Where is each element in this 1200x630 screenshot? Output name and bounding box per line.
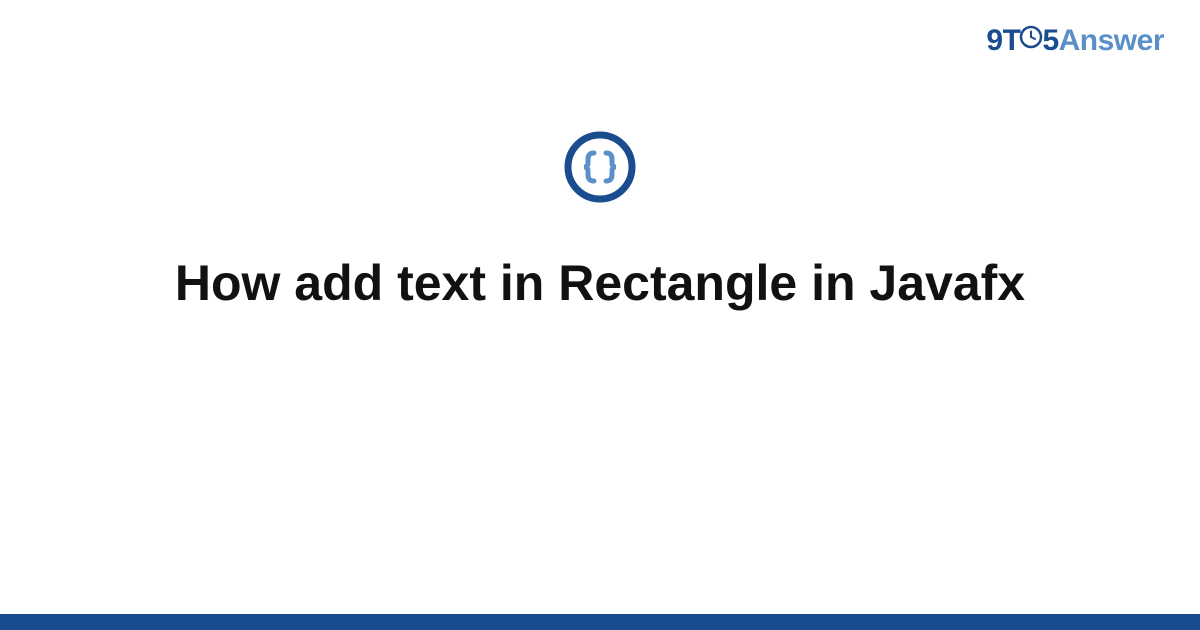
brand-answer: Answer — [1059, 24, 1164, 57]
clock-icon — [1019, 23, 1043, 57]
brand-five: 5 — [1042, 24, 1058, 57]
main-content: How add text in Rectangle in Javafx — [0, 130, 1200, 315]
code-braces-icon — [563, 130, 637, 204]
brand-logo: 9T 5Answer — [986, 24, 1164, 59]
footer-bar — [0, 614, 1200, 630]
brand-t: T — [1003, 24, 1021, 57]
page-title: How add text in Rectangle in Javafx — [175, 252, 1025, 315]
brand-nine: 9 — [986, 24, 1002, 57]
